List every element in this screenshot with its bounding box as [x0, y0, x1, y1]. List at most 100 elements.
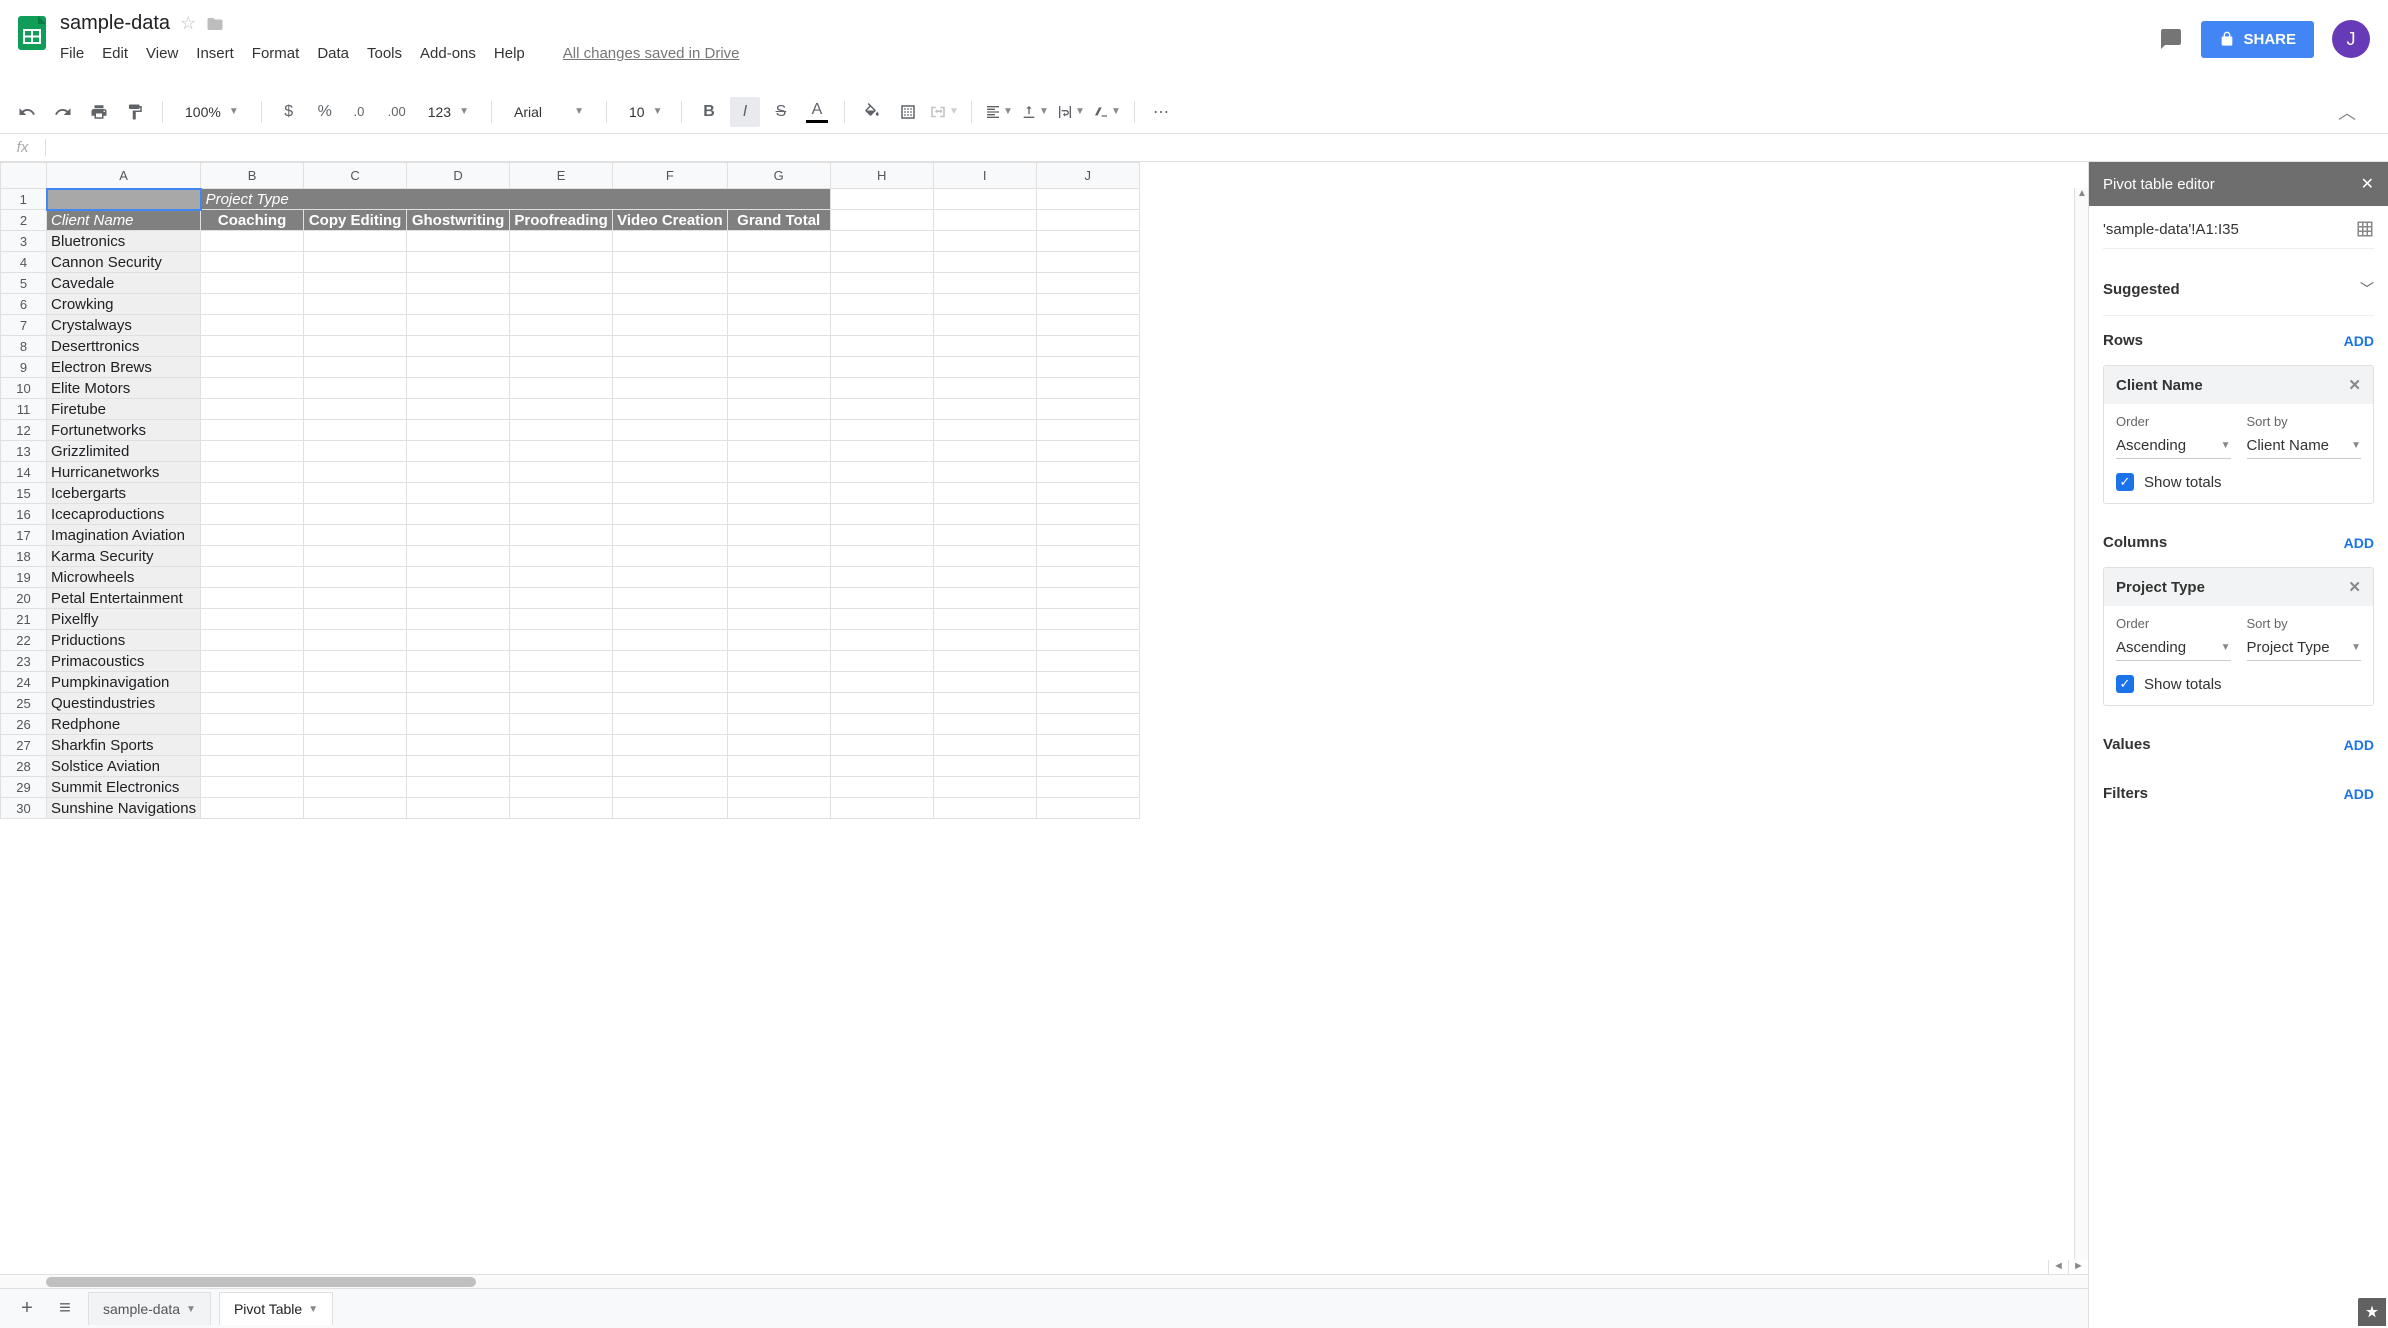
- row-header-23[interactable]: 23: [1, 651, 47, 672]
- row-header-3[interactable]: 3: [1, 231, 47, 252]
- row-header-21[interactable]: 21: [1, 609, 47, 630]
- saved-status[interactable]: All changes saved in Drive: [563, 45, 740, 62]
- pivot-col-header-2[interactable]: Ghostwriting: [407, 210, 510, 231]
- doc-title[interactable]: sample-data: [60, 12, 170, 35]
- pivot-row-8[interactable]: Firetube: [47, 399, 201, 420]
- fill-color-button[interactable]: [857, 97, 887, 127]
- pivot-row-1[interactable]: Cannon Security: [47, 252, 201, 273]
- rotate-button[interactable]: ▼: [1092, 97, 1122, 127]
- row-header-24[interactable]: 24: [1, 672, 47, 693]
- pivot-row-group-label[interactable]: Client Name: [47, 210, 201, 231]
- explore-button[interactable]: [2358, 1298, 2386, 1326]
- add-filters-button[interactable]: ADD: [2344, 786, 2374, 802]
- remove-col-field-icon[interactable]: ✕: [2348, 578, 2361, 596]
- corner-cell[interactable]: [1, 163, 47, 189]
- bold-button[interactable]: B: [694, 97, 724, 127]
- pivot-row-7[interactable]: Elite Motors: [47, 378, 201, 399]
- pivot-row-0[interactable]: Bluetronics: [47, 231, 201, 252]
- col-header-D[interactable]: D: [407, 163, 510, 189]
- row-header-14[interactable]: 14: [1, 462, 47, 483]
- valign-button[interactable]: ▼: [1020, 97, 1050, 127]
- pivot-row-3[interactable]: Crowking: [47, 294, 201, 315]
- row-order-dropdown[interactable]: Ascending▼: [2116, 433, 2231, 459]
- add-rows-button[interactable]: ADD: [2344, 333, 2374, 349]
- col-field-card[interactable]: Project Type ✕ Order Ascending▼ Sort by …: [2103, 567, 2374, 706]
- number-format-dropdown[interactable]: 123▼: [418, 104, 479, 120]
- row-header-12[interactable]: 12: [1, 420, 47, 441]
- row-header-6[interactable]: 6: [1, 294, 47, 315]
- print-icon[interactable]: [84, 97, 114, 127]
- row-sortby-dropdown[interactable]: Client Name▼: [2247, 433, 2362, 459]
- pivot-col-header-1[interactable]: Copy Editing: [304, 210, 407, 231]
- col-header-E[interactable]: E: [510, 163, 613, 189]
- dec-increase-icon[interactable]: .00: [382, 97, 412, 127]
- pivot-col-header-3[interactable]: Proofreading: [510, 210, 613, 231]
- menu-tools[interactable]: Tools: [367, 45, 402, 62]
- close-sidebar-icon[interactable]: ✕: [2361, 174, 2374, 194]
- row-show-totals-checkbox[interactable]: ✓: [2116, 473, 2134, 491]
- pivot-row-17[interactable]: Petal Entertainment: [47, 588, 201, 609]
- row-header-1[interactable]: 1: [1, 189, 47, 210]
- pivot-row-24[interactable]: Sharkfin Sports: [47, 735, 201, 756]
- row-header-17[interactable]: 17: [1, 525, 47, 546]
- row-header-2[interactable]: 2: [1, 210, 47, 231]
- row-header-11[interactable]: 11: [1, 399, 47, 420]
- pivot-col-header-5[interactable]: Grand Total: [727, 210, 830, 231]
- suggested-section[interactable]: Suggested ﹀: [2103, 263, 2374, 316]
- row-header-10[interactable]: 10: [1, 378, 47, 399]
- pivot-row-9[interactable]: Fortunetworks: [47, 420, 201, 441]
- col-header-A[interactable]: A: [47, 163, 201, 189]
- text-color-button[interactable]: A: [802, 97, 832, 127]
- pivot-row-27[interactable]: Sunshine Navigations: [47, 798, 201, 819]
- add-sheet-button[interactable]: +: [12, 1297, 42, 1320]
- pivot-row-2[interactable]: Cavedale: [47, 273, 201, 294]
- menu-edit[interactable]: Edit: [102, 45, 128, 62]
- sheets-logo[interactable]: [12, 12, 52, 52]
- pivot-row-14[interactable]: Imagination Aviation: [47, 525, 201, 546]
- paint-format-icon[interactable]: [120, 97, 150, 127]
- add-cols-button[interactable]: ADD: [2344, 535, 2374, 551]
- add-values-button[interactable]: ADD: [2344, 737, 2374, 753]
- row-header-15[interactable]: 15: [1, 483, 47, 504]
- row-header-13[interactable]: 13: [1, 441, 47, 462]
- pivot-col-header-0[interactable]: Coaching: [201, 210, 304, 231]
- row-header-9[interactable]: 9: [1, 357, 47, 378]
- col-header-G[interactable]: G: [727, 163, 830, 189]
- menu-data[interactable]: Data: [317, 45, 349, 62]
- currency-icon[interactable]: $: [274, 97, 304, 127]
- comments-icon[interactable]: [2159, 27, 2183, 51]
- pivot-col-group-label[interactable]: Project Type: [201, 189, 831, 210]
- pivot-row-13[interactable]: Icecaproductions: [47, 504, 201, 525]
- more-toolbar-icon[interactable]: ⋯: [1147, 97, 1177, 127]
- row-header-19[interactable]: 19: [1, 567, 47, 588]
- menu-insert[interactable]: Insert: [196, 45, 234, 62]
- sheet-tab-sample-data[interactable]: sample-data▼: [88, 1292, 211, 1325]
- col-show-totals-checkbox[interactable]: ✓: [2116, 675, 2134, 693]
- row-header-22[interactable]: 22: [1, 630, 47, 651]
- pivot-row-18[interactable]: Pixelfly: [47, 609, 201, 630]
- pivot-row-4[interactable]: Crystalways: [47, 315, 201, 336]
- halign-button[interactable]: ▼: [984, 97, 1014, 127]
- sheet-tab-pivot-table[interactable]: Pivot Table▼: [219, 1292, 333, 1325]
- remove-row-field-icon[interactable]: ✕: [2348, 376, 2361, 394]
- col-header-J[interactable]: J: [1036, 163, 1139, 189]
- col-header-B[interactable]: B: [201, 163, 304, 189]
- row-header-26[interactable]: 26: [1, 714, 47, 735]
- col-order-dropdown[interactable]: Ascending▼: [2116, 635, 2231, 661]
- pivot-row-16[interactable]: Microwheels: [47, 567, 201, 588]
- star-icon[interactable]: ☆: [180, 13, 196, 34]
- menu-view[interactable]: View: [146, 45, 178, 62]
- h-scrollbar[interactable]: [0, 1274, 2088, 1288]
- percent-icon[interactable]: %: [310, 97, 340, 127]
- col-sortby-dropdown[interactable]: Project Type▼: [2247, 635, 2362, 661]
- row-header-30[interactable]: 30: [1, 798, 47, 819]
- dec-decrease-icon[interactable]: .0: [346, 97, 376, 127]
- menu-help[interactable]: Help: [494, 45, 525, 62]
- row-header-16[interactable]: 16: [1, 504, 47, 525]
- fontsize-dropdown[interactable]: 10▼: [619, 104, 669, 120]
- pivot-row-20[interactable]: Primacoustics: [47, 651, 201, 672]
- undo-icon[interactable]: [12, 97, 42, 127]
- col-header-H[interactable]: H: [830, 163, 933, 189]
- menu-file[interactable]: File: [60, 45, 84, 62]
- pivot-row-23[interactable]: Redphone: [47, 714, 201, 735]
